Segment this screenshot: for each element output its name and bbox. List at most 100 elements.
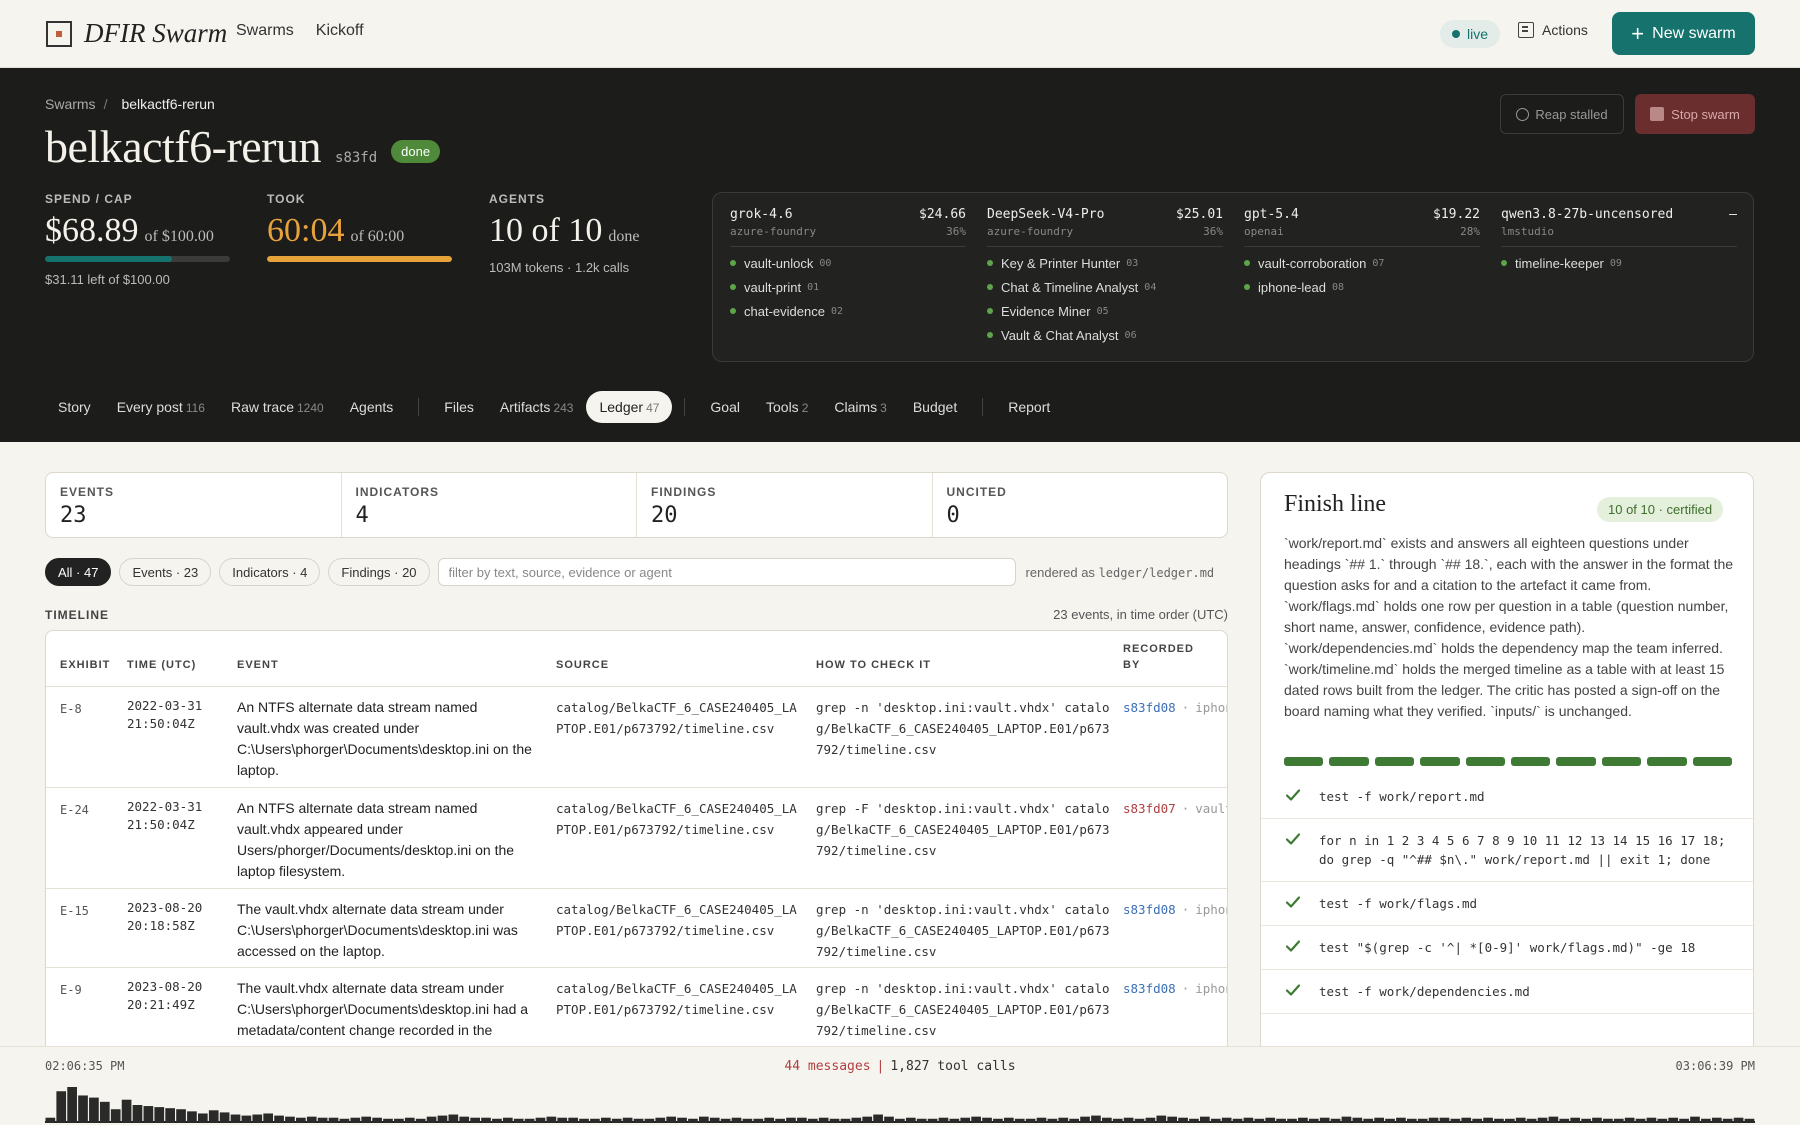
- tab-divider: [418, 398, 420, 416]
- histogram-bar: [1210, 1118, 1221, 1123]
- spend-value-row: $68.89 of $100.00: [45, 212, 230, 250]
- agent-item[interactable]: iphone-lead 08: [1244, 279, 1480, 295]
- tab-story[interactable]: Story: [45, 391, 104, 423]
- histogram-bar: [165, 1108, 175, 1123]
- histogram-bar: [971, 1116, 981, 1123]
- agent-item[interactable]: Vault & Chat Analyst 06: [987, 327, 1223, 343]
- swarm-logo-icon: [46, 20, 72, 47]
- histogram-bar: [296, 1117, 306, 1123]
- histogram-bar: [579, 1118, 589, 1123]
- histogram-bar: [720, 1118, 731, 1123]
- check-command[interactable]: grep -F 'desktop.ini:vault.vhdx' catalog…: [816, 798, 1111, 861]
- tab-every-post[interactable]: Every post 116: [104, 391, 218, 423]
- histogram-bar: [731, 1117, 742, 1123]
- recorded-by[interactable]: s83fd08 · iphone-lead: [1123, 899, 1227, 920]
- tab-ledger[interactable]: Ledger 47: [586, 391, 673, 423]
- new-swarm-button[interactable]: + New swarm: [1612, 12, 1755, 55]
- histogram-bar: [938, 1117, 949, 1123]
- tab-count: 2: [801, 401, 809, 415]
- recorder-hash[interactable]: s83fd08: [1123, 902, 1176, 917]
- agent-status-dot-icon: [1244, 284, 1250, 290]
- check-command[interactable]: grep -n 'desktop.ini:vault.vhdx' catalog…: [816, 697, 1111, 760]
- tab-agents[interactable]: Agents: [337, 391, 407, 423]
- tab-report[interactable]: Report: [995, 391, 1063, 423]
- agent-item[interactable]: Evidence Miner 05: [987, 303, 1223, 319]
- progress-segment: [1420, 757, 1460, 766]
- agent-item[interactable]: vault-unlock 00: [730, 255, 966, 271]
- filter-indicators[interactable]: Indicators · 4: [219, 558, 321, 586]
- ledger-filter-input[interactable]: [437, 558, 1016, 586]
- check-command: test -f work/flags.md: [1319, 896, 1478, 911]
- histogram-bar: [1690, 1116, 1700, 1123]
- tab-budget[interactable]: Budget: [900, 391, 970, 423]
- check-command: test -f work/dependencies.md: [1319, 984, 1530, 999]
- table-row[interactable]: E-8 2022-03-31 21:50:04Z An NTFS alternate…: [46, 687, 1227, 788]
- brand-logo[interactable]: DFIR Swarm: [46, 18, 227, 49]
- table-row[interactable]: E-24 2022-03-31 21:50:04Z An NTFS alternat…: [46, 788, 1227, 889]
- tab-raw-trace[interactable]: Raw trace 1240: [218, 391, 337, 423]
- filter-events[interactable]: Events · 23: [119, 558, 212, 586]
- agent-item[interactable]: Key & Printer Hunter 03: [987, 255, 1223, 271]
- event-source[interactable]: catalog/BelkaCTF_6_CASE240405_LAPTOP.E01…: [556, 697, 801, 739]
- agent-item[interactable]: Chat & Timeline Analyst 04: [987, 279, 1223, 295]
- tab-count: 243: [553, 401, 574, 415]
- histogram-bar: [154, 1107, 165, 1123]
- event-source[interactable]: catalog/BelkaCTF_6_CASE240405_LAPTOP.E01…: [556, 798, 801, 840]
- breadcrumb-swarms[interactable]: Swarms: [45, 96, 96, 112]
- brand-name: DFIR Swarm: [84, 18, 228, 48]
- tab-claims[interactable]: Claims 3: [821, 391, 899, 423]
- histogram-bar: [1450, 1118, 1461, 1123]
- histogram-bar: [611, 1118, 622, 1123]
- rendered-path[interactable]: ledger/ledger.md: [1099, 566, 1215, 580]
- filter-all[interactable]: All · 47: [45, 558, 112, 586]
- tab-label: Raw trace: [230, 399, 294, 415]
- table-row[interactable]: E-15 2023-08-20 20:18:58Z The vault.vhdx a…: [46, 889, 1227, 968]
- recorder-hash[interactable]: s83fd08: [1123, 700, 1176, 715]
- stop-swarm-button[interactable]: Stop swarm: [1635, 94, 1755, 134]
- event-source[interactable]: catalog/BelkaCTF_6_CASE240405_LAPTOP.E01…: [556, 899, 801, 941]
- check-command[interactable]: grep -n 'desktop.ini:vault.vhdx' catalog…: [816, 978, 1111, 1041]
- histogram-bar: [492, 1118, 502, 1123]
- finish-progress: [1284, 757, 1733, 766]
- recorded-by[interactable]: s83fd07 · vault-corroboration: [1123, 798, 1227, 819]
- histogram-bar: [448, 1114, 459, 1123]
- event-source[interactable]: catalog/BelkaCTF_6_CASE240405_LAPTOP.E01…: [556, 978, 801, 1020]
- breadcrumb-separator: /: [103, 96, 108, 112]
- recorded-by[interactable]: s83fd08 · iphone-lead: [1123, 697, 1227, 718]
- actions-button[interactable]: Actions: [1518, 22, 1588, 38]
- model-cost: $19.22: [1433, 207, 1480, 222]
- agent-item[interactable]: chat-evidence 02: [730, 303, 966, 319]
- tab-files[interactable]: Files: [431, 391, 487, 423]
- recorder-hash[interactable]: s83fd08: [1123, 981, 1176, 996]
- model-share: 28%: [1460, 225, 1480, 238]
- histogram-bar: [1374, 1117, 1384, 1123]
- agent-item[interactable]: vault-corroboration 07: [1244, 255, 1480, 271]
- agent-item[interactable]: vault-print 01: [730, 279, 966, 295]
- nav-swarms[interactable]: Swarms: [236, 22, 294, 40]
- event-description: The vault.vhdx alternate data stream und…: [237, 980, 529, 1038]
- filter-findings[interactable]: Findings · 20: [328, 558, 430, 586]
- histogram-bar: [644, 1118, 655, 1123]
- nav-kickoff[interactable]: Kickoff: [316, 22, 364, 40]
- agent-name: vault-corroboration: [1258, 255, 1367, 271]
- histogram-bar: [1592, 1117, 1602, 1123]
- tab-label: Story: [58, 399, 91, 415]
- histogram-bar: [143, 1106, 154, 1123]
- histogram-bar: [895, 1118, 905, 1123]
- agent-name: Evidence Miner: [1001, 303, 1091, 319]
- recorded-by[interactable]: s83fd08 · iphone-lead: [1123, 978, 1227, 999]
- histogram-bar: [840, 1118, 851, 1123]
- tab-goal[interactable]: Goal: [697, 391, 753, 423]
- event-time: 2022-03-31 21:50:04Z: [127, 698, 203, 731]
- activity-histogram[interactable]: [45, 1081, 1755, 1123]
- table-row[interactable]: E-9 2023-08-20 20:21:49Z The vault.vhdx al…: [46, 968, 1227, 1049]
- tab-tools[interactable]: Tools 2: [753, 391, 821, 423]
- stat-value: 0: [946, 503, 960, 528]
- stat-label: INDICATORS: [355, 485, 440, 499]
- check-command[interactable]: grep -n 'desktop.ini:vault.vhdx' catalog…: [816, 899, 1111, 962]
- tab-artifacts[interactable]: Artifacts 243: [487, 391, 587, 423]
- reap-stalled-button[interactable]: Reap stalled: [1500, 94, 1624, 134]
- recorder-hash[interactable]: s83fd07: [1123, 801, 1176, 816]
- agent-number: 08: [1331, 281, 1344, 293]
- agent-item[interactable]: timeline-keeper 09: [1501, 255, 1737, 271]
